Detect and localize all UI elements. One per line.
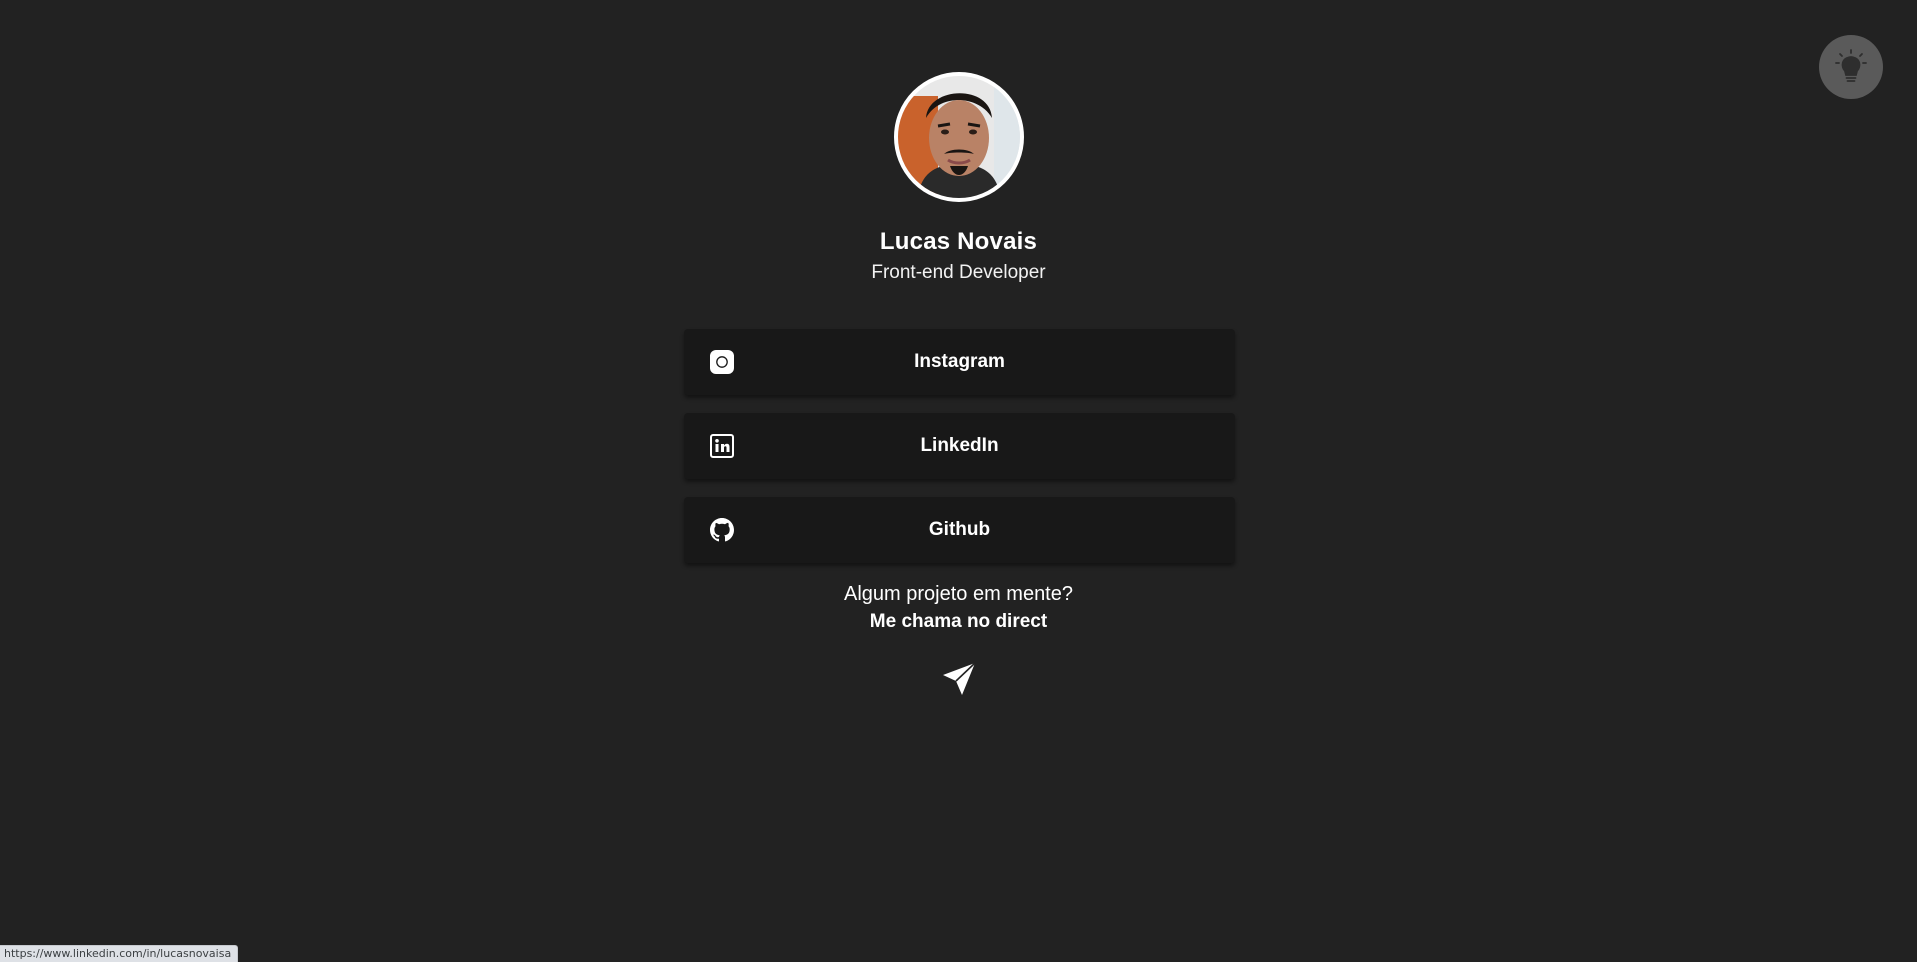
avatar [893, 72, 1024, 202]
instagram-link-label: Instagram [914, 351, 1005, 372]
browser-status-bar: https://www.linkedin.com/in/lucasnovaisa [0, 945, 239, 962]
avatar-photo [897, 76, 1020, 198]
instagram-link-button[interactable]: Instagram [684, 329, 1235, 395]
contact-cta: Algum projeto em mente? Me chama no dire… [0, 580, 1917, 699]
instagram-icon [710, 350, 734, 374]
send-direct-button[interactable] [939, 659, 979, 699]
linkedin-link-button[interactable]: LinkedIn [684, 413, 1235, 479]
cta-action: Me chama no direct [869, 611, 1048, 632]
linkedin-icon [710, 434, 734, 458]
github-link-label: Github [928, 519, 991, 540]
profile-section: Lucas Novais Front-end Developer [0, 72, 1917, 285]
cta-question: Algum projeto em mente? [843, 583, 1073, 605]
github-icon [710, 518, 734, 542]
linkedin-link-label: LinkedIn [920, 435, 999, 456]
link-tree-page: Lucas Novais Front-end Developer Instagr… [0, 0, 1917, 962]
github-link-button[interactable]: Github [684, 497, 1235, 563]
send-icon [942, 662, 976, 695]
profile-role: Front-end Developer [871, 262, 1046, 283]
social-links-list: Instagram LinkedIn Github [684, 329, 1235, 581]
profile-name: Lucas Novais [879, 228, 1038, 255]
